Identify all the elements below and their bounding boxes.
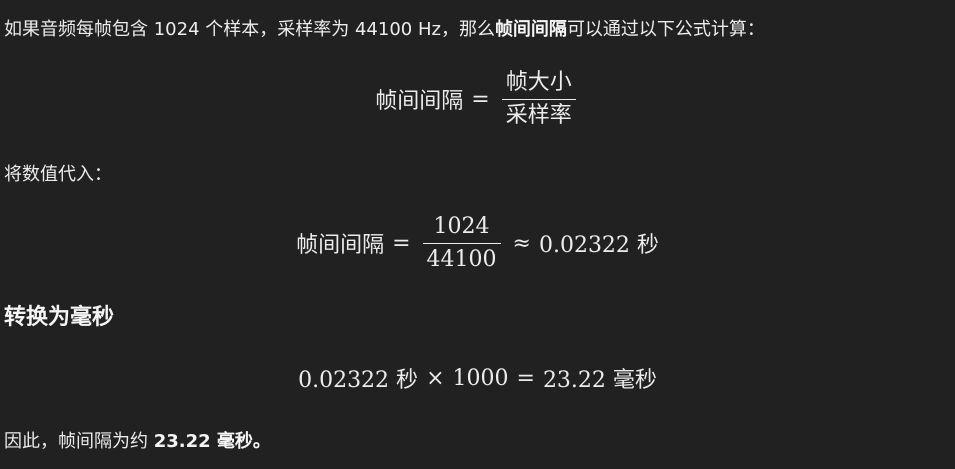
formula1-numerator: 帧大小: [505, 69, 572, 95]
formula2-equals: =: [392, 230, 411, 256]
formula3-equals: =: [516, 365, 535, 391]
intro-text: 如果音频每帧包含 1024 个样本，采样率为 44100 Hz，那么: [4, 19, 495, 40]
intro-paragraph: 如果音频每帧包含 1024 个样本，采样率为 44100 Hz，那么帧间间隔可以…: [4, 17, 765, 43]
formula1-denominator: 采样率: [501, 98, 576, 129]
intro-bold-term: 帧间间隔: [494, 19, 567, 40]
formula2-denominator: 44100: [422, 242, 501, 273]
formula3-value: 0.02322 秒: [298, 368, 419, 393]
conclusion-paragraph: 因此，帧间隔为约 23.22 毫秒。: [4, 429, 271, 455]
formula-frame-interval: 帧间间隔 = 帧大小 采样率: [0, 66, 955, 132]
formula-substituted: 帧间间隔 = 1024 44100 ≈ 0.02322 秒: [0, 210, 955, 276]
formula3-result: 23.22 毫秒: [542, 368, 657, 393]
formula2-fraction: 1024 44100: [422, 213, 501, 273]
formula2-result: 0.02322 秒: [538, 233, 659, 258]
convert-heading: 转换为毫秒: [4, 305, 115, 330]
substitute-label: 将数值代入：: [4, 164, 112, 185]
formula3-factor: 1000: [452, 365, 509, 391]
formula1-fraction: 帧大小 采样率: [501, 69, 576, 129]
formula-milliseconds: 0.02322 秒 × 1000 = 23.22 毫秒: [0, 360, 955, 396]
formula3-times: ×: [426, 365, 445, 391]
conclusion-text: 因此，帧间隔为约: [4, 431, 154, 452]
conclusion-bold-value: 23.22 毫秒。: [153, 431, 271, 452]
formula2-numerator: 1024: [433, 213, 490, 239]
formula2-lhs: 帧间间隔: [296, 233, 385, 258]
intro-text-after: 可以通过以下公式计算：: [566, 19, 765, 40]
formula1-lhs: 帧间间隔: [375, 89, 464, 114]
formula2-approx: ≈: [512, 230, 531, 256]
formula1-equals: =: [471, 86, 490, 112]
